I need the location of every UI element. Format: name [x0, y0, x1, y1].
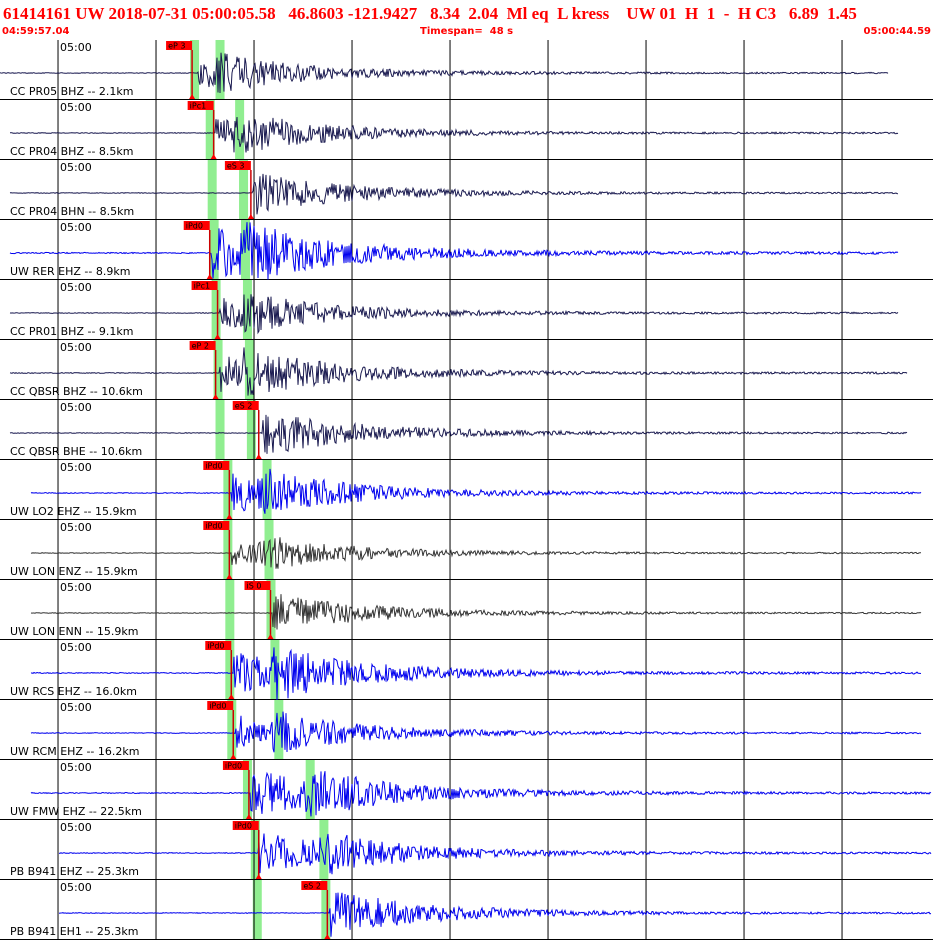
- tick-label: 05:00: [60, 461, 92, 474]
- pick-label: eS 3: [227, 162, 245, 171]
- title-field: UW: [626, 4, 656, 23]
- tick-label: 05:00: [60, 341, 92, 354]
- pick-label: iPc1: [190, 102, 207, 111]
- waveform-trace: [30, 468, 922, 514]
- tick-label: 05:00: [60, 401, 92, 414]
- pick-label: iPd0: [186, 222, 203, 231]
- title-field: C3: [755, 4, 777, 23]
- pick-label: iPd0: [205, 462, 222, 471]
- event-title-line: 61414161 UW 2018-07-31 05:00:05.58 46.86…: [3, 4, 857, 24]
- trace-label: CC QBSR BHE -- 10.6km: [10, 445, 142, 458]
- window-end-time: 05:00:44.59: [863, 26, 931, 37]
- pick-label: iPc1: [194, 282, 211, 291]
- waveform-trace: [9, 347, 908, 396]
- pick-label: iS 0: [246, 582, 261, 591]
- waveform-trace: [30, 537, 922, 569]
- waveform-trace: [58, 892, 932, 937]
- trace-label: UW RER EHZ -- 8.9km: [10, 265, 130, 278]
- waveform-trace: [9, 294, 899, 335]
- trace-label: CC QBSR BHZ -- 10.6km: [10, 385, 143, 398]
- waveform-trace: [30, 711, 922, 753]
- window-start-time: 04:59:57.04: [2, 26, 70, 37]
- pick-label: eP 3: [168, 42, 185, 51]
- tick-label: 05:00: [60, 101, 92, 114]
- title-field: 1: [706, 4, 716, 23]
- tick-label: 05:00: [60, 41, 92, 54]
- pick-label: iPd0: [209, 702, 226, 711]
- trace-label: UW RCS EHZ -- 16.0km: [10, 685, 137, 698]
- trace-label: UW LO2 EHZ -- 15.9km: [10, 505, 137, 518]
- waveform-trace: [10, 116, 899, 153]
- trace-label: UW LON ENN -- 15.9km: [10, 625, 138, 638]
- s-window-band: [319, 820, 329, 880]
- timespan-readout: Timespan= 48 s: [420, 26, 513, 37]
- title-field: 61414161: [3, 4, 71, 23]
- title-field: 6.89: [788, 4, 819, 23]
- tick-label: 05:00: [60, 641, 92, 654]
- title-field: -121.9427: [347, 4, 418, 23]
- p-window-band: [215, 400, 225, 460]
- p-window-band: [225, 580, 235, 640]
- title-field: 46.8603: [288, 4, 344, 23]
- tick-label: 05:00: [60, 161, 92, 174]
- p-window-band: [209, 220, 219, 280]
- title-field: L: [557, 4, 568, 23]
- waveform-trace: [9, 173, 899, 215]
- title-field: H: [737, 4, 752, 23]
- pick-label: eP 2: [192, 342, 209, 351]
- tick-label: 05:00: [60, 881, 92, 894]
- trace-label: UW RCM EHZ -- 16.2km: [10, 745, 139, 758]
- tick-label: 05:00: [60, 761, 92, 774]
- s-window-band: [235, 100, 245, 160]
- trace-label: PB B941 EH1 -- 25.3km: [10, 925, 138, 938]
- title-field: eq: [531, 4, 549, 23]
- trace-label: CC PR05 BHZ -- 2.1km: [10, 85, 134, 98]
- title-field: 8.34: [430, 4, 460, 23]
- waveform-trace: [30, 647, 922, 702]
- title-field: 2018-07-31: [108, 4, 188, 23]
- waveform-trace: [30, 594, 922, 630]
- title-field: kress: [571, 4, 610, 23]
- timespan-label: Timespan=: [420, 26, 483, 37]
- timespan-value: 48 s: [489, 26, 514, 37]
- pick-label: iPd0: [205, 522, 222, 531]
- pick-label: iPd0: [235, 822, 252, 831]
- tick-label: 05:00: [60, 521, 92, 534]
- title-field: 2.04: [468, 4, 499, 23]
- waveform-trace: [9, 222, 899, 280]
- trace-label: CC PR01 BHZ -- 9.1km: [10, 325, 134, 338]
- waveform-trace: [58, 833, 932, 875]
- trace-label: UW FMW EHZ -- 22.5km: [10, 805, 142, 818]
- tick-label: 05:00: [60, 221, 92, 234]
- trace-label: CC PR04 BHN -- 8.5km: [10, 205, 134, 218]
- title-field: H: [684, 4, 699, 23]
- tick-label: 05:00: [60, 701, 92, 714]
- waveform-trace: [9, 414, 908, 454]
- waveform-trace: [30, 771, 932, 817]
- tick-label: 05:00: [60, 581, 92, 594]
- title-field: Ml: [506, 4, 528, 23]
- title-field: UW: [75, 4, 105, 23]
- p-window-band: [207, 160, 217, 220]
- pick-triangle: [247, 214, 254, 219]
- pick-label: iPd0: [225, 762, 242, 771]
- trace-label: PB B941 EHZ -- 25.3km: [10, 865, 139, 878]
- event-header: 61414161 UW 2018-07-31 05:00:05.58 46.86…: [0, 0, 933, 40]
- title-field: 1.45: [827, 4, 857, 23]
- title-field: -: [723, 4, 730, 23]
- seismogram-plot: 05:00 eP 3 CC PR05 BHZ -- 2.1km 05:00 iPc1 CC…: [0, 40, 933, 940]
- tick-label: 05:00: [60, 281, 92, 294]
- title-field: 01: [659, 4, 677, 23]
- tick-label: 05:00: [60, 821, 92, 834]
- pick-triangle: [255, 454, 262, 459]
- trace-label: CC PR04 BHZ -- 8.5km: [10, 145, 134, 158]
- title-field: 05:00:05.58: [192, 4, 276, 23]
- pick-label: eS 2: [235, 402, 253, 411]
- s-window-band: [274, 700, 284, 760]
- trace-label: UW LON ENZ -- 15.9km: [10, 565, 138, 578]
- pick-label: iPd0: [207, 642, 224, 651]
- pick-label: eS 2: [303, 882, 321, 891]
